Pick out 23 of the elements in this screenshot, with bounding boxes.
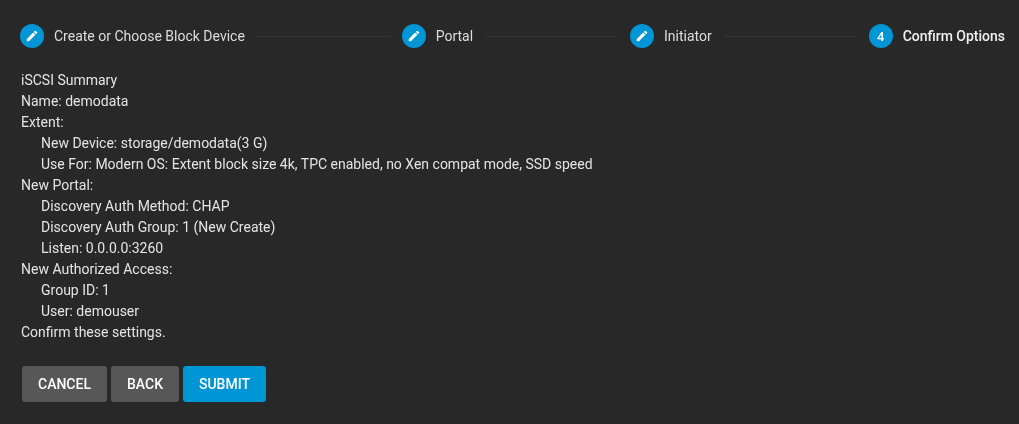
summary-line: Listen: 0.0.0.0:3260 [40, 239, 165, 258]
wizard-step[interactable]: Initiator [630, 24, 712, 48]
summary-line: Confirm these settings. [21, 323, 167, 342]
step-number: 4 [868, 24, 893, 48]
pencil-icon [401, 24, 426, 48]
pencil-icon [20, 24, 44, 48]
summary-line: Use For: Modern OS: Extent block size 4k, TPC enabled, no Xen compat mode, SSD speed [40, 155, 594, 174]
summary-line: Extent: [21, 113, 65, 132]
summary-line: iSCSI Summary [21, 71, 119, 90]
summary-line: New Device: storage/demodata(3 G) [40, 134, 269, 153]
summary-line: Group ID: 1 [40, 281, 111, 300]
action-button[interactable]: BACK [110, 366, 179, 402]
summary-line: New Authorized Access: [21, 260, 174, 279]
wizard-step[interactable]: Create or Choose Block Device [20, 24, 245, 48]
action-button[interactable]: CANCEL [22, 366, 107, 402]
summary-line: Discovery Auth Method: CHAP [40, 197, 231, 216]
summary-line: Name: demodata [21, 92, 130, 111]
wizard-step[interactable]: 4 Confirm Options [868, 24, 1005, 48]
summary-line: Discovery Auth Group: 1 (New Create) [40, 218, 277, 238]
pencil-icon [630, 24, 655, 48]
summary-line: New Portal: [21, 176, 95, 195]
wizard-step[interactable]: Portal [401, 24, 474, 48]
summary-line: User: demouser [40, 302, 141, 321]
